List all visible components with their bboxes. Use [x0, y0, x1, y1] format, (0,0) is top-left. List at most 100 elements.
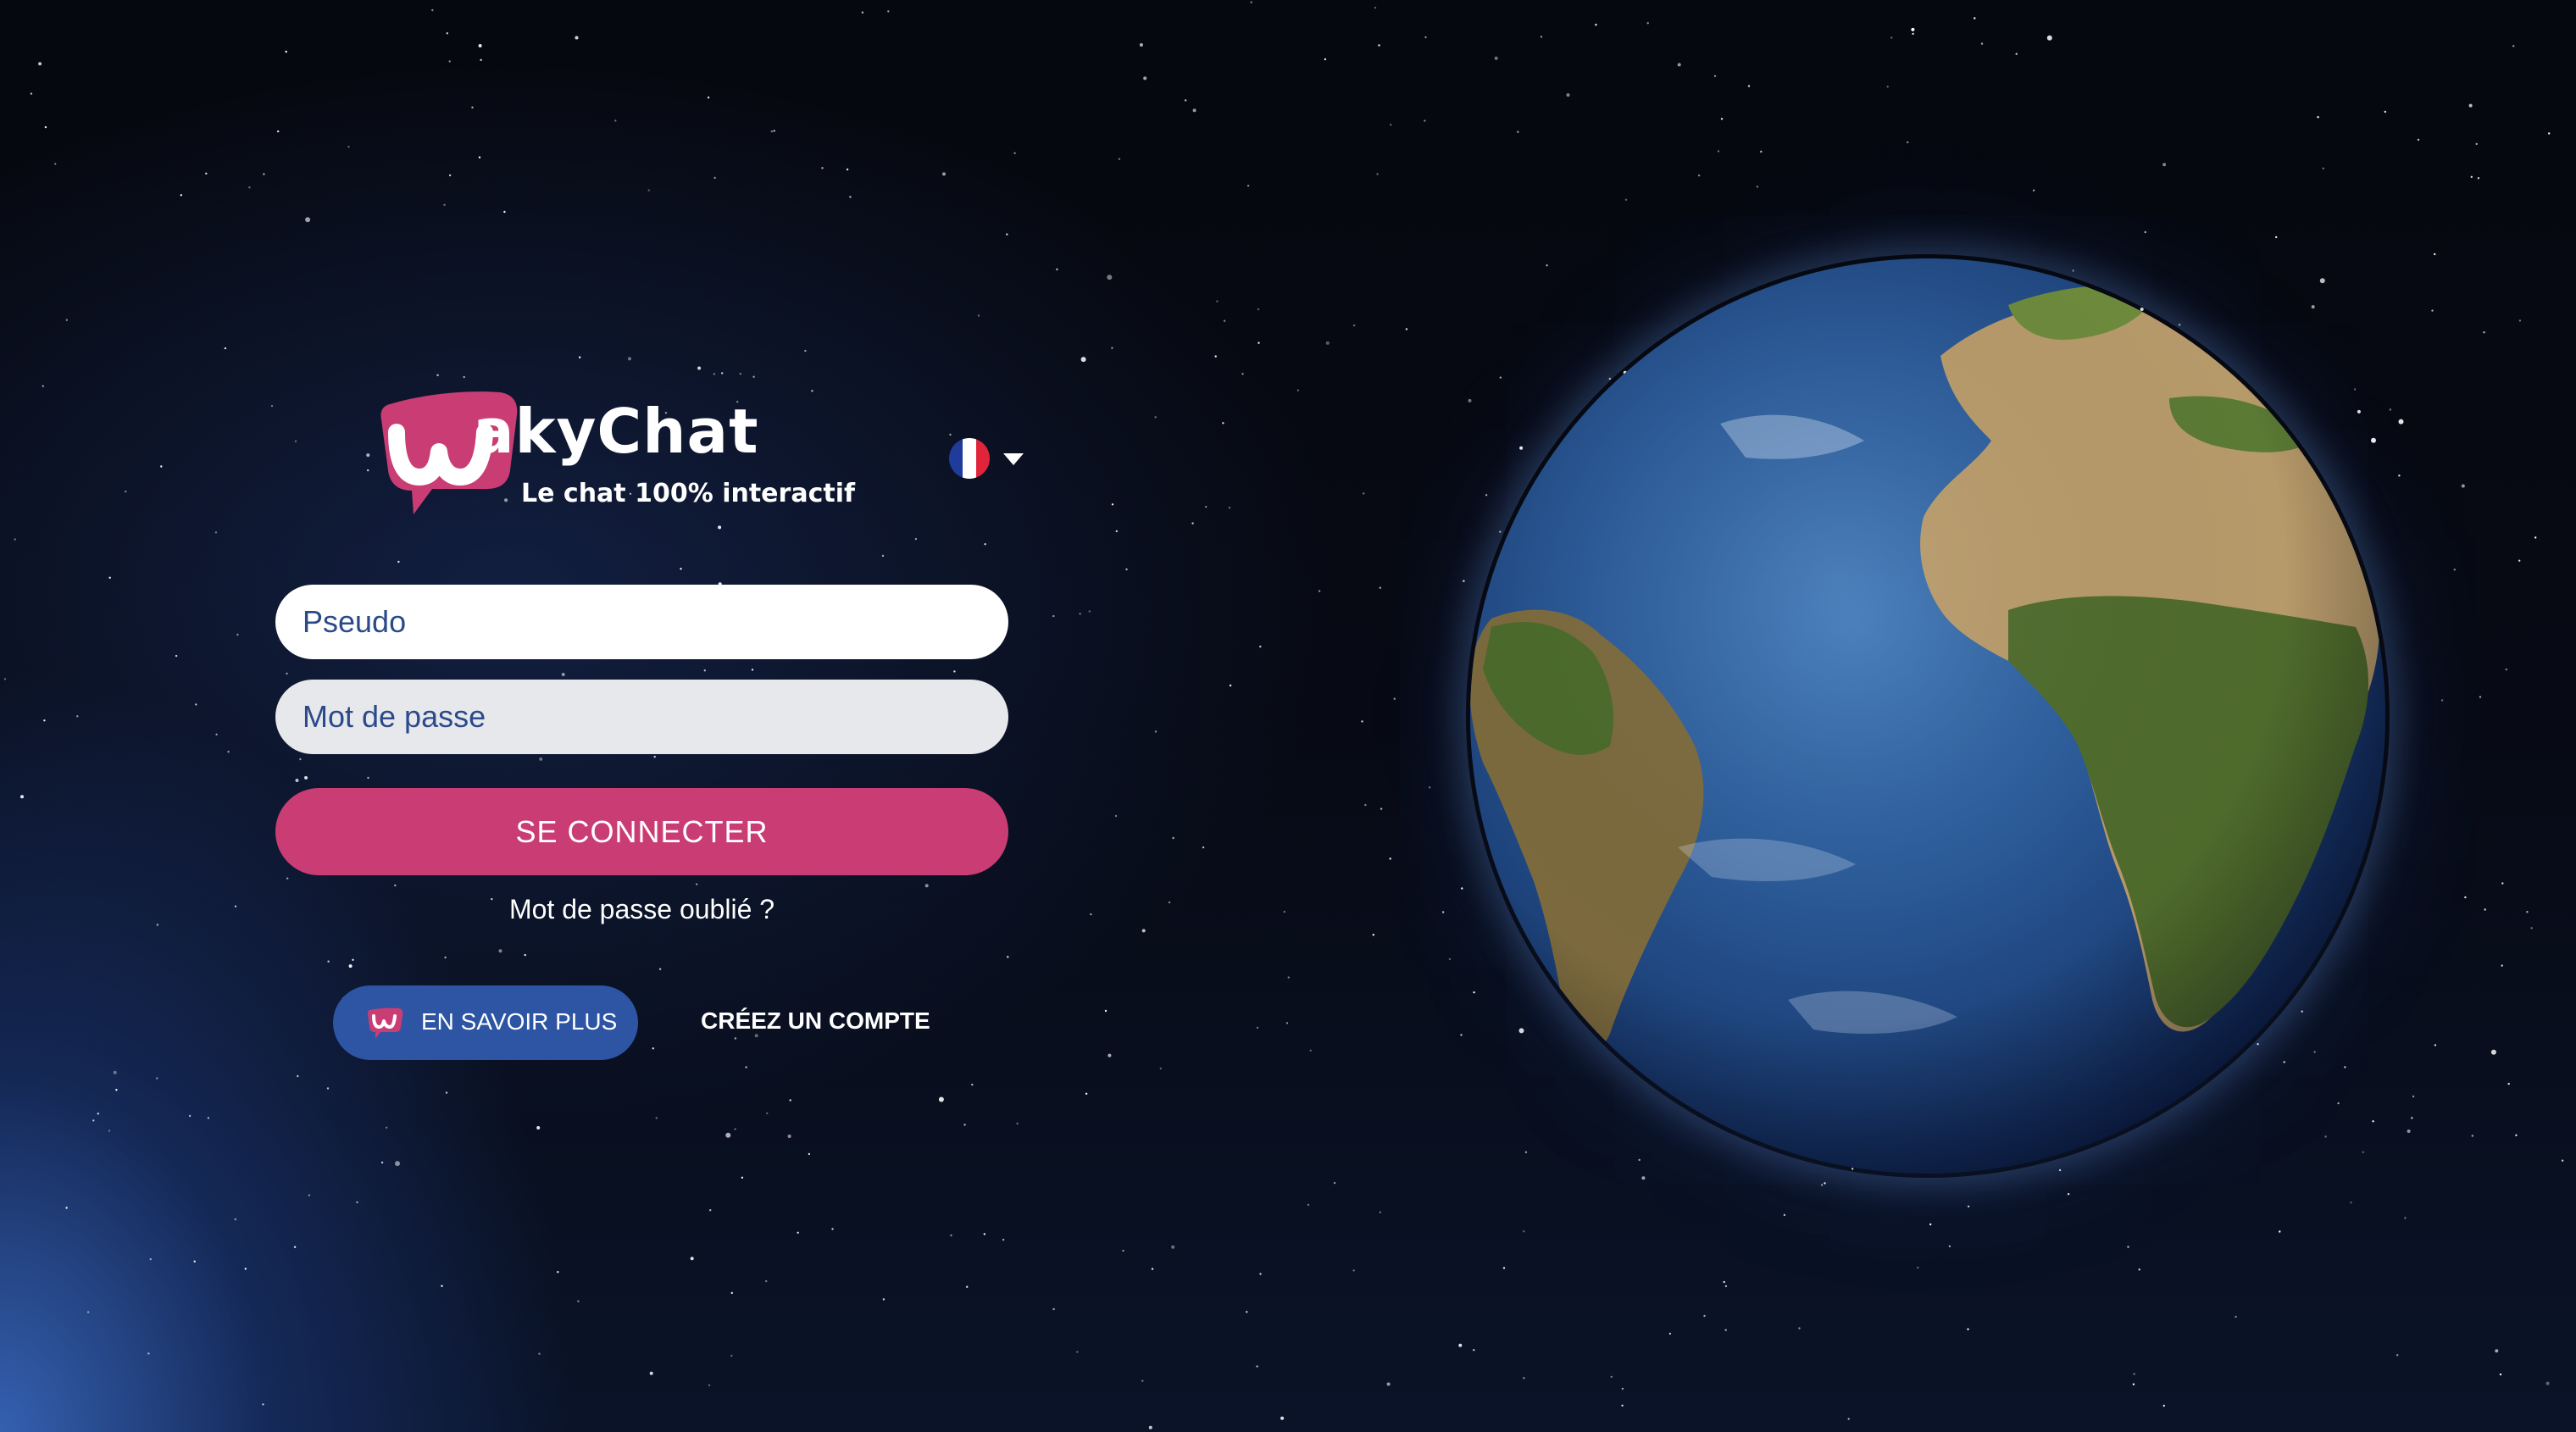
language-selector[interactable]: [949, 438, 1042, 489]
password-input[interactable]: [275, 680, 1008, 754]
login-button[interactable]: SE CONNECTER: [275, 788, 1008, 875]
star: [2398, 475, 2401, 477]
star: [1214, 355, 1217, 358]
star: [1159, 1067, 1163, 1070]
star: [1517, 130, 1519, 133]
star: [1168, 901, 1171, 904]
star: [914, 537, 918, 541]
star: [2067, 1193, 2070, 1196]
star: [2490, 1049, 2496, 1055]
learn-more-button[interactable]: EN SAVOIR PLUS: [333, 985, 638, 1060]
star: [971, 1083, 974, 1086]
star: [1079, 613, 1081, 615]
star: [1677, 63, 1681, 67]
star: [1458, 1343, 1463, 1347]
star: [2350, 1202, 2352, 1204]
create-account-link[interactable]: CRÉEZ UN COMPTE: [701, 1007, 930, 1035]
star: [739, 372, 741, 375]
star: [949, 433, 952, 436]
star: [984, 543, 986, 546]
star: [1524, 1151, 1528, 1154]
star: [1056, 268, 1058, 271]
star: [745, 1066, 747, 1068]
star: [14, 538, 16, 541]
star: [397, 560, 400, 563]
star: [297, 1074, 299, 1078]
earth-globe-icon: [1470, 258, 2385, 1174]
star: [2404, 1217, 2407, 1219]
star: [1378, 44, 1380, 47]
star: [2322, 167, 2324, 169]
star: [2257, 1043, 2259, 1046]
star: [2461, 484, 2465, 488]
star: [2431, 309, 2434, 312]
star: [1820, 1184, 1824, 1186]
star: [1518, 1028, 1524, 1034]
star: [2501, 964, 2503, 967]
star: [652, 1047, 654, 1050]
star: [160, 465, 163, 468]
star: [2411, 1117, 2413, 1119]
star: [1114, 814, 1118, 818]
star: [1523, 1230, 1525, 1233]
star: [2512, 45, 2515, 47]
star: [1125, 568, 1128, 571]
star: [2357, 409, 2361, 414]
star: [175, 654, 178, 658]
star: [579, 356, 581, 358]
star: [2058, 1168, 2062, 1172]
star: [1246, 185, 1250, 187]
star: [734, 1037, 737, 1040]
star: [2526, 911, 2529, 913]
star: [1111, 503, 1114, 506]
star: [703, 669, 706, 672]
star: [262, 1403, 264, 1406]
star: [1172, 836, 1174, 840]
star: [2138, 1268, 2140, 1271]
star: [690, 1257, 694, 1261]
star: [1886, 86, 1889, 88]
star: [1372, 934, 1375, 936]
star: [1890, 36, 1893, 39]
star: [2545, 1381, 2550, 1385]
star: [448, 174, 452, 177]
star: [2534, 536, 2537, 539]
star: [696, 883, 698, 885]
star: [751, 669, 754, 671]
star: [215, 733, 218, 735]
star: [1713, 75, 1717, 78]
star: [30, 92, 33, 95]
star: [2471, 1135, 2473, 1137]
star: [653, 755, 656, 758]
star: [741, 1176, 744, 1179]
star: [394, 884, 397, 887]
star: [1361, 720, 1363, 723]
star: [236, 633, 239, 636]
star: [498, 949, 502, 953]
star: [734, 1128, 736, 1130]
star: [293, 1246, 297, 1248]
star: [2337, 1102, 2340, 1105]
star: [1250, 1, 1252, 3]
star: [1724, 1329, 1727, 1331]
star: [1428, 786, 1431, 789]
star: [1461, 887, 1463, 890]
star: [448, 60, 451, 63]
star: [2412, 1095, 2415, 1098]
star: [680, 568, 682, 570]
star: [1720, 118, 1724, 120]
star: [1080, 357, 1086, 363]
star: [1122, 1249, 1124, 1252]
star: [2132, 1383, 2135, 1385]
star: [721, 372, 724, 375]
star: [224, 347, 227, 350]
star: [1256, 1365, 1258, 1368]
star: [294, 440, 297, 442]
star: [849, 196, 852, 198]
pseudo-input[interactable]: [275, 585, 1008, 659]
forgot-password-link[interactable]: Mot de passe oublié ?: [275, 894, 1008, 925]
star: [2317, 116, 2319, 119]
star: [1229, 684, 1232, 687]
star: [1519, 446, 1524, 450]
star: [380, 1161, 384, 1164]
